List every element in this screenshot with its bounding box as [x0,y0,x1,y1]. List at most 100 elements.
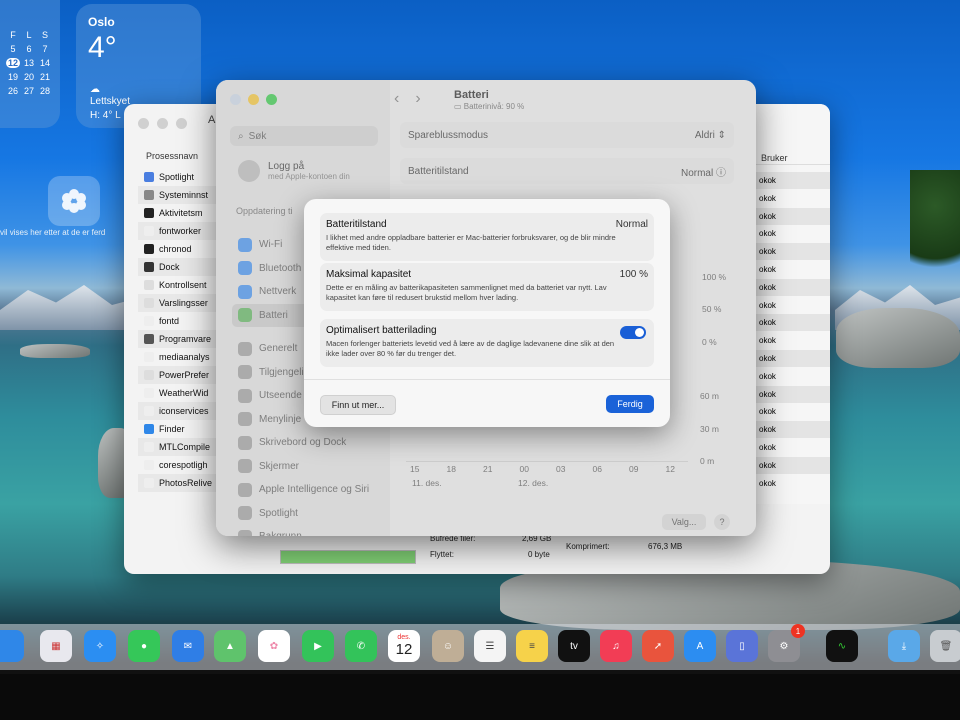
section-title: Batteritilstand [326,219,387,230]
reminders-icon[interactable]: ☰ [474,630,506,662]
user-cell: okok [759,443,776,452]
battery-health-sheet[interactable]: Batteritilstand Normal I likhet med andr… [304,199,670,427]
process-icon [144,370,154,380]
music-icon[interactable]: ♫ [600,630,632,662]
process-icon [144,190,154,200]
launchpad-icon[interactable]: ▦ [40,630,72,662]
calendar-day: 6 [26,44,32,54]
process-icon [144,352,154,362]
user-column: Bruker okok okok okok okok okok okok okok okok o… [751,104,830,504]
section-value: 100 % [619,269,648,280]
column-header-process[interactable]: Prosessnavn [146,151,198,161]
column-header-user[interactable]: Bruker [761,153,788,163]
section-description: Dette er en måling av batterikapasiteten… [326,283,607,302]
trash-icon[interactable]: 🗑 [930,630,960,662]
weather-condition: Lettskyet [90,96,131,107]
compressed-value: 676,3 MB [648,542,683,551]
photos-icon[interactable]: ✿ [258,630,290,662]
weather-city: Oslo [88,15,115,29]
downloads-folder-icon[interactable]: ⤓ [888,630,920,662]
process-name: Systeminnst [159,190,209,200]
process-name: PowerPrefer [159,370,210,380]
calendar-day: 12 [6,58,20,68]
rocket-typist-icon[interactable]: ➚ [642,630,674,662]
rock [20,344,90,358]
battery-health-section: Batteritilstand Normal I likhet med andr… [320,213,654,261]
mail-icon[interactable]: ✉ [172,630,204,662]
calendar-month: des. [397,634,411,641]
calendar-day: 28 [39,86,50,96]
calendar-day: 14 [39,58,50,68]
tree [910,170,960,290]
process-name: Programvare [159,334,212,344]
process-icon [144,388,154,398]
user-cell: okok [759,407,776,417]
maps-icon[interactable]: ▲ [214,630,246,662]
user-cell: okok [751,421,830,439]
process-name: MTLCompile [159,442,211,452]
settings-badge: 1 [791,624,805,638]
user-cell: okok [751,314,830,332]
process-name: fontworker [159,226,202,236]
contacts-icon[interactable]: ☺ [432,630,464,662]
calendar-widget[interactable]: F L S 5 6 7 12 13 14 19 20 21 26 27 28 [0,0,60,128]
activity-monitor-icon[interactable]: ∿ [826,630,858,662]
process-icon [144,208,154,218]
section-description: I likhet med andre oppladbare batterier … [326,233,616,252]
optimized-charging-toggle[interactable] [620,326,646,339]
finder-icon[interactable] [0,630,24,662]
photos-widget[interactable] [48,176,100,226]
user-cell: okok [751,456,830,474]
calendar-day: F [10,30,16,40]
system-settings-icon[interactable]: ⚙ 1 [768,624,805,662]
screen-bezel [0,674,960,720]
calendar-day: 26 [7,86,18,96]
tv-label: tv [570,640,578,652]
calendar-day: 19 [7,72,18,82]
calendar-day: 21 [39,72,50,82]
user-cell: okok [751,278,830,296]
process-name: Dock [159,262,180,272]
facetime-icon[interactable]: ▶ [302,630,334,662]
user-cell: okok [759,265,776,274]
mountain-left [0,285,140,330]
weather-hilo: H: 4° L [90,110,121,121]
notes-icon[interactable]: ≡ [516,630,548,662]
calendar-day: 12 [395,641,413,658]
user-cell: okok [751,172,830,189]
user-cell: okok [759,478,776,488]
user-cell: okok [759,371,776,381]
section-description: Macen forlenger batteriets levetid ved å… [326,339,615,358]
iphone-mirroring-icon[interactable]: ▯ [726,630,758,662]
window-controls[interactable] [138,118,187,129]
user-cell: okok [759,336,776,346]
done-button[interactable]: Ferdig [606,395,654,413]
window-title: A [208,114,216,126]
calendar-day: S [41,30,48,40]
process-name: chronod [159,244,192,254]
user-cell: okok [751,207,830,225]
process-name: Finder [159,424,185,434]
cloud-icon: ☁ [90,84,100,95]
photos-icon [62,189,86,213]
calendar-icon[interactable]: des. 12 [388,630,420,662]
app-store-icon[interactable]: A [684,630,716,662]
rock [836,308,960,368]
moved-value: 0 byte [528,550,550,559]
max-capacity-section: Maksimal kapasitet 100 % Dette er en mål… [320,263,654,311]
messages-icon[interactable]: ● [128,630,160,662]
process-icon [144,442,154,452]
section-value: Normal [615,219,648,230]
learn-more-button[interactable]: Finn ut mer... [320,395,396,415]
process-icon [144,478,154,488]
tv-icon[interactable]: tv [558,630,590,662]
process-icon [144,244,154,254]
section-title: Optimalisert batterilading [326,325,437,336]
process-icon [144,172,154,182]
safari-icon[interactable]: ✧ [84,630,116,662]
user-cell: okok [751,350,830,367]
process-name: Aktivitetsm [159,208,203,218]
calendar-day: 5 [10,44,16,54]
phone-icon[interactable]: ✆ [345,630,377,662]
dock: ▦ ✧ ● ✉ ▲ ✿ ▶ ✆ des. 12 ☺ ☰ ≡ tv ♫ ➚ A ▯… [0,624,960,670]
